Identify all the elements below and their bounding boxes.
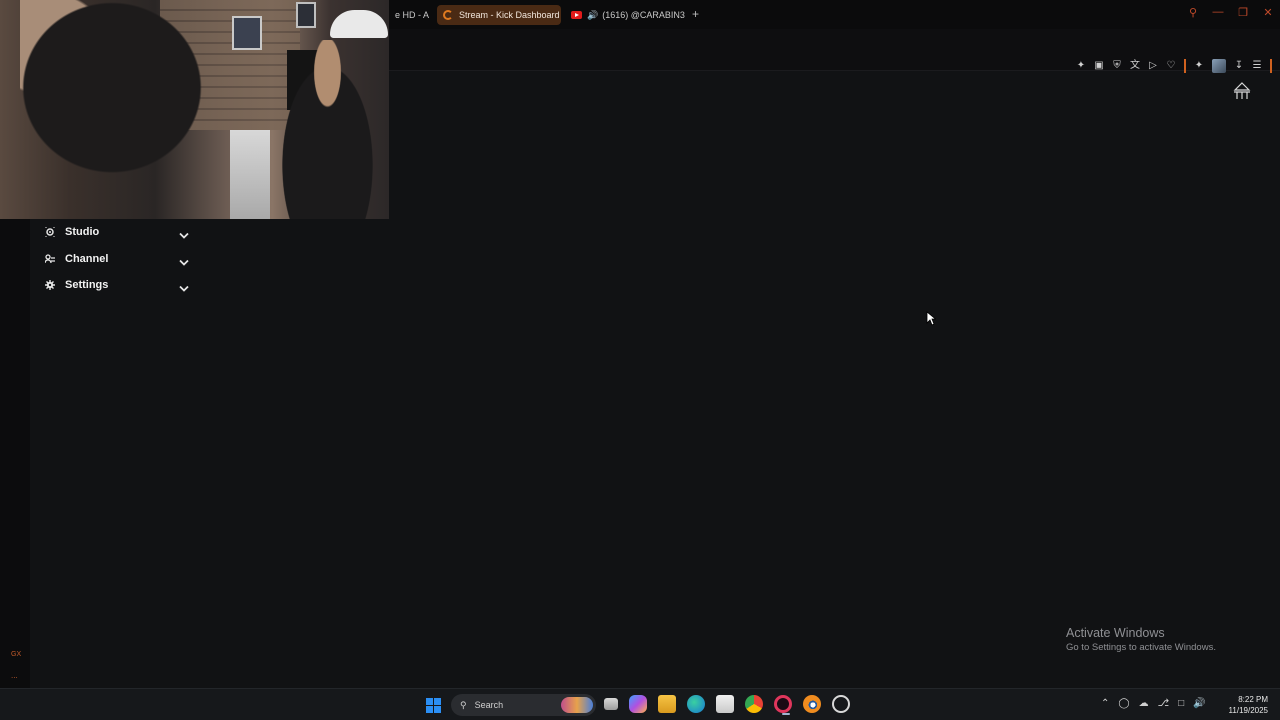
search-highlight-icon — [561, 697, 593, 713]
sidebar-accent — [1270, 59, 1272, 73]
watermark-title: Activate Windows — [1066, 626, 1165, 640]
browser-tab[interactable]: 🔊 (1616) @CARABIN3 — [567, 5, 691, 25]
windows-taskbar: ⚲ Search ⌃ ◯ ☁ ⎇ □ 🔊 8:22 PM 11/19/2025 — [0, 688, 1280, 720]
blender-icon[interactable] — [803, 695, 821, 713]
sidebar-item-label: Channel — [65, 252, 109, 265]
tray-app-icon[interactable]: ◯ — [1118, 698, 1129, 709]
more-options-button[interactable]: ... — [11, 671, 18, 680]
sidebar-item-studio[interactable]: Studio — [30, 219, 200, 246]
profile-avatar[interactable] — [1212, 59, 1226, 73]
browser-tab[interactable]: e HD - A — [395, 5, 433, 25]
search-icon[interactable]: ⚲ — [1187, 6, 1199, 19]
opera-gx-icon[interactable] — [774, 695, 792, 715]
minimize-icon[interactable]: — — [1212, 6, 1224, 19]
app-icon[interactable] — [832, 695, 850, 713]
toolbar-icons: ✦ ▣ ⛨ 文 ▷ ♡ ✦ ↧ ☰ — [1076, 59, 1272, 73]
webcam-overlay — [0, 0, 389, 219]
pin-icon[interactable]: ✦ — [1076, 60, 1086, 72]
webcam-person — [20, 0, 250, 219]
shield-icon[interactable]: ⛨ — [1112, 60, 1122, 72]
gear-icon — [44, 280, 55, 291]
sidebar-item-settings[interactable]: Settings — [30, 272, 200, 299]
window-controls: ⚲ — ❐ ✕ — [1187, 6, 1274, 19]
clock-date: 11/19/2025 — [1228, 706, 1268, 715]
system-tray: ⌃ ◯ ☁ ⎇ □ 🔊 — [1101, 698, 1206, 709]
chevron-down-icon[interactable] — [179, 280, 189, 292]
studio-icon — [44, 227, 55, 238]
browser-tab-active[interactable]: Stream - Kick Dashboard — [437, 5, 561, 25]
edge-icon[interactable] — [687, 695, 705, 713]
translate-icon[interactable]: 文 — [1130, 60, 1140, 72]
webcam-person — [270, 40, 385, 219]
tab-label: Stream - Kick Dashboard — [459, 10, 560, 20]
clock-time: 8:22 PM — [1238, 695, 1268, 704]
taskbar-clock[interactable]: 8:22 PM 11/19/2025 — [1224, 694, 1268, 716]
screenshot-icon[interactable]: ▣ — [1094, 60, 1104, 72]
chevron-down-icon[interactable] — [179, 227, 189, 239]
cloud-icon[interactable]: ☁ — [1139, 698, 1149, 709]
tab-label: (1616) @CARABIN3 — [602, 10, 685, 20]
search-placeholder: Search — [474, 700, 504, 710]
watermark-subtitle: Go to Settings to activate Windows. — [1066, 642, 1216, 653]
sidebar-item-channel[interactable]: Channel — [30, 246, 200, 273]
store-icon[interactable] — [716, 695, 734, 713]
chrome-icon[interactable] — [745, 695, 763, 713]
mouse-cursor-icon — [926, 311, 937, 331]
menu-icon[interactable]: ☰ — [1252, 60, 1262, 72]
sidebar-item-label: Studio — [65, 226, 100, 239]
sidebar-item-label: Settings — [65, 279, 109, 292]
loading-icon — [443, 10, 453, 20]
restore-icon[interactable]: ❐ — [1237, 6, 1249, 19]
network-icon[interactable]: □ — [1178, 698, 1184, 709]
taskbar-apps — [604, 695, 850, 715]
heart-icon[interactable]: ♡ — [1166, 60, 1176, 72]
dashboard-sidebar: Studio Channel Settings — [30, 219, 200, 299]
toolbar-divider — [1184, 59, 1186, 73]
browser-side-rail: GX ... — [0, 219, 30, 688]
youtube-icon — [571, 11, 582, 19]
webcam-picture-frame — [296, 2, 316, 28]
microphone-icon[interactable]: ⎇ — [1158, 698, 1170, 709]
chevron-up-icon[interactable]: ⌃ — [1101, 698, 1109, 709]
play-icon[interactable]: ▷ — [1148, 60, 1158, 72]
search-icon: ⚲ — [460, 699, 467, 710]
extensions-icon[interactable]: ✦ — [1194, 60, 1204, 72]
channel-icon — [44, 253, 55, 264]
new-tab-button[interactable]: + — [692, 8, 699, 20]
taskbar-search[interactable]: ⚲ Search — [451, 694, 596, 716]
tab-label: e HD - A — [395, 10, 430, 20]
task-view-icon[interactable] — [604, 698, 618, 710]
speaker-icon[interactable]: 🔊 — [587, 10, 598, 21]
close-icon[interactable]: ✕ — [1262, 6, 1274, 19]
activation-watermark: Activate Windows Go to Settings to activ… — [1066, 626, 1216, 653]
file-explorer-icon[interactable] — [658, 695, 676, 713]
start-button[interactable] — [426, 698, 441, 713]
webcam-cap — [330, 10, 388, 38]
chevron-down-icon[interactable] — [179, 254, 189, 266]
copilot-icon[interactable] — [629, 695, 647, 713]
download-icon[interactable]: ↧ — [1234, 60, 1244, 72]
volume-icon[interactable]: 🔊 — [1193, 698, 1205, 709]
gx-label[interactable]: GX — [11, 651, 21, 658]
page-action-icon[interactable] — [1233, 82, 1251, 100]
